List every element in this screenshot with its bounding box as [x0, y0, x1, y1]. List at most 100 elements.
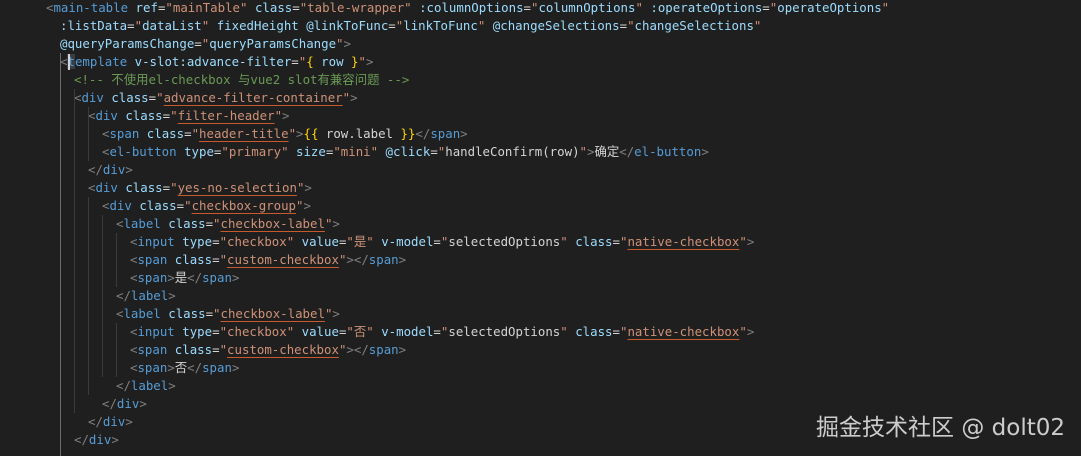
code-token: = [433, 324, 441, 339]
code-token: > [125, 414, 133, 429]
code-token: = [212, 234, 220, 249]
code-token: = [194, 36, 202, 51]
code-token: </ [88, 162, 103, 177]
code-token: = [127, 18, 135, 33]
code-token: > [332, 216, 340, 231]
code-token: v-model [381, 324, 434, 339]
code-token: " [881, 0, 890, 15]
code-line: </label> [116, 287, 176, 305]
code-token: ref [135, 0, 158, 15]
code-token: @linkToFunc [306, 18, 389, 33]
code-token: }} [400, 126, 416, 141]
code-token: "primary" [221, 144, 289, 159]
code-token: @click [385, 144, 431, 159]
code-token: > [282, 108, 290, 123]
code-token: > [111, 432, 119, 447]
code-token: " [191, 126, 200, 141]
code-token: = [205, 306, 214, 321]
code-token: " [274, 108, 283, 123]
code-token: span [137, 252, 168, 267]
code-token: class [125, 108, 163, 123]
code-token: :columnOptions [419, 0, 524, 15]
code-token: label [123, 216, 161, 231]
code-token: advance-filter-container [163, 90, 343, 105]
code-line: :listData="dataList" fixedHeight @linkTo… [60, 17, 761, 35]
code-token: class [168, 306, 206, 321]
code-token: > [167, 270, 175, 285]
code-token: class [146, 126, 185, 141]
code-line: <div class="checkbox-group"> [102, 197, 311, 215]
code-token: " [635, 0, 643, 15]
code-line: </div> [74, 431, 119, 449]
indent-guide [88, 107, 89, 161]
code-token: > [746, 324, 755, 339]
code-line: <template v-slot:advance-filter="{ row }… [60, 53, 373, 71]
code-line: <!-- 不使用el-checkbox 与vue2 slot有兼容问题 --> [74, 71, 409, 89]
code-token: " [627, 18, 635, 33]
indent-guide [74, 89, 75, 413]
code-token: main-table [53, 0, 129, 15]
code-token: selectedOptions [448, 234, 561, 249]
code-token: div [81, 90, 104, 105]
code-token: = [184, 126, 192, 141]
code-token: span [368, 252, 399, 267]
code-token: " [358, 54, 366, 69]
code-token: value [301, 324, 339, 339]
code-token: header-title [199, 126, 289, 141]
code-editor[interactable]: <main-table ref="mainTable" class="table… [0, 0, 1081, 456]
code-token: class [111, 90, 149, 105]
code-token: operateOptions [777, 0, 882, 15]
code-token: v-model [381, 234, 434, 249]
code-token: label [130, 378, 169, 393]
code-token: class [254, 0, 293, 15]
code-token: ></ [346, 252, 369, 267]
code-token: native-checkbox [627, 234, 740, 249]
code-token: div [102, 162, 126, 177]
code-token: " [213, 306, 221, 321]
indent-guide [116, 233, 117, 287]
code-token: = [212, 324, 220, 339]
code-token: </ [619, 144, 635, 159]
code-token: native-checkbox [627, 324, 740, 339]
code-token: = [388, 18, 396, 33]
code-token: > [365, 54, 374, 69]
code-token: = [433, 234, 441, 249]
code-token: " [739, 234, 747, 249]
code-line: </div> [88, 413, 133, 431]
code-line: <span>是</span> [130, 269, 239, 287]
code-token: span [137, 270, 168, 285]
code-token: = [292, 0, 300, 15]
code-token: :listData [60, 18, 128, 33]
code-token: span [109, 126, 140, 141]
code-token: class [575, 324, 613, 339]
code-token: value [301, 234, 339, 249]
code-token: emplate [74, 54, 128, 69]
code-token: div [116, 396, 140, 411]
code-token: @changeSelections [492, 18, 620, 33]
code-token: = [212, 342, 220, 357]
code-token: label [130, 288, 169, 303]
code-token: </ [116, 288, 131, 303]
code-line: <el-button type="primary" size="mini" @c… [102, 143, 709, 161]
code-line: <input type="checkbox" value="否" v-model… [130, 323, 754, 341]
code-token: 确定 [594, 144, 620, 159]
code-token: </ [187, 360, 203, 375]
code-token: " [219, 252, 228, 267]
code-token: "table-wrapper" [299, 0, 412, 15]
code-token: " [579, 144, 587, 159]
code-token: changeSelections [634, 18, 754, 33]
code-token: <!-- 不使用el-checkbox 与vue2 slot有兼容问题 --> [74, 72, 410, 87]
code-token: { [306, 54, 314, 69]
code-token: ></ [346, 342, 369, 357]
code-token: class [168, 216, 206, 231]
code-token: row [321, 54, 344, 69]
code-token: handleConfirm(row) [445, 144, 580, 159]
code-token: " [342, 90, 351, 105]
code-token: > [303, 198, 311, 213]
code-token: "是" [346, 234, 374, 249]
code-token: el-button [109, 144, 177, 159]
